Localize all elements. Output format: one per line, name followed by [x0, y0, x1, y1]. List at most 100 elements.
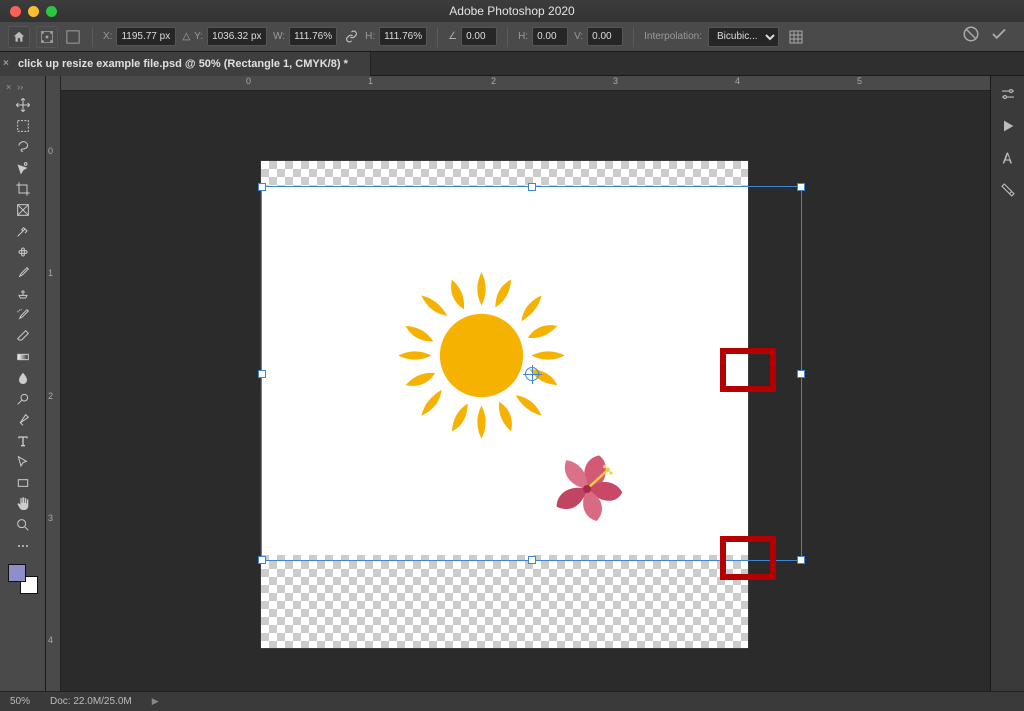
- ruler-v-label: 0: [48, 146, 53, 156]
- delta-icon: △: [182, 31, 190, 42]
- title-bar: Adobe Photoshop 2020: [0, 0, 1024, 22]
- ruler-h-label: 2: [491, 76, 496, 86]
- sun-shape: [389, 263, 574, 448]
- annotation-box: [720, 348, 776, 392]
- interpolation-select[interactable]: Bicubic...: [708, 27, 779, 47]
- ruler-h-label: 0: [246, 76, 251, 86]
- y-label: Y:: [194, 31, 203, 42]
- status-menu-icon[interactable]: ▶: [152, 696, 159, 707]
- height-input[interactable]: [379, 27, 427, 46]
- app-title: Adobe Photoshop 2020: [0, 4, 1024, 18]
- document-tabs: × click up resize example file.psd @ 50%…: [0, 52, 1024, 76]
- y-position-group: △ Y:: [182, 27, 267, 46]
- clone-stamp-tool-icon[interactable]: [9, 284, 37, 304]
- ruler-v-label: 4: [48, 635, 53, 645]
- h-label: H:: [365, 31, 375, 42]
- options-bar: X: △ Y: W: H: ∠ H: V: Interpolation: Bic…: [0, 22, 1024, 52]
- document-tab-label: click up resize example file.psd @ 50% (…: [18, 58, 348, 70]
- ruler-v-label: 3: [48, 513, 53, 523]
- skew-v-input[interactable]: [587, 27, 623, 46]
- annotation-box: [720, 536, 776, 580]
- commit-transform-icon[interactable]: [990, 25, 1008, 48]
- eyedropper-tool-icon[interactable]: [9, 221, 37, 241]
- blur-tool-icon[interactable]: [9, 368, 37, 388]
- expand-toolstrip-icon[interactable]: ››: [17, 82, 23, 92]
- close-tab-icon[interactable]: ×: [3, 58, 9, 69]
- tool-strip: × ››: [0, 76, 46, 691]
- type-tool-icon[interactable]: [9, 431, 37, 451]
- skew-h-input[interactable]: [532, 27, 568, 46]
- hibiscus-shape: [537, 449, 637, 529]
- history-brush-tool-icon[interactable]: [9, 305, 37, 325]
- transform-handle-mr[interactable]: [797, 370, 805, 378]
- tool-strip-tabs: × ››: [0, 80, 45, 94]
- eraser-tool-icon[interactable]: [9, 326, 37, 346]
- horizontal-ruler: 0 1 2 3 4 5: [61, 76, 990, 91]
- cancel-transform-icon[interactable]: [962, 25, 980, 48]
- artboard[interactable]: [260, 160, 749, 649]
- document-size: Doc: 22.0M/25.0M: [50, 696, 132, 707]
- skew-v-label: V:: [574, 31, 583, 42]
- color-swatches[interactable]: [8, 564, 38, 594]
- document-tab[interactable]: × click up resize example file.psd @ 50%…: [0, 52, 371, 76]
- lasso-tool-icon[interactable]: [9, 137, 37, 157]
- canvas[interactable]: [61, 91, 990, 691]
- separator: [633, 27, 634, 47]
- adjustments-panel-icon[interactable]: [998, 84, 1018, 104]
- separator: [507, 27, 508, 47]
- width-group: W:: [273, 27, 337, 46]
- foreground-color-swatch[interactable]: [8, 564, 26, 582]
- marquee-tool-icon[interactable]: [9, 116, 37, 136]
- w-label: W:: [273, 31, 285, 42]
- transform-handle-br[interactable]: [797, 556, 805, 564]
- path-select-tool-icon[interactable]: [9, 452, 37, 472]
- more-tools-icon[interactable]: [9, 536, 37, 556]
- skew-h-group: H:: [518, 27, 568, 46]
- ruler-corner: [46, 76, 61, 91]
- move-tool-icon[interactable]: [9, 95, 37, 115]
- y-input[interactable]: [207, 27, 267, 46]
- play-panel-icon[interactable]: [998, 116, 1018, 136]
- ruler-top-row: 0 1 2 3 4 5: [46, 76, 990, 91]
- hand-tool-icon[interactable]: [9, 494, 37, 514]
- crop-tool-icon[interactable]: [9, 179, 37, 199]
- zoom-level[interactable]: 50%: [10, 696, 30, 707]
- workspace: × ›› 0 1: [0, 76, 1024, 691]
- ruler-h-label: 1: [368, 76, 373, 86]
- separator: [437, 27, 438, 47]
- skew-h-label: H:: [518, 31, 528, 42]
- properties-panel-icon[interactable]: [998, 180, 1018, 200]
- transform-handle-tr[interactable]: [797, 183, 805, 191]
- gradient-tool-icon[interactable]: [9, 347, 37, 367]
- pen-tool-icon[interactable]: [9, 410, 37, 430]
- spot-heal-tool-icon[interactable]: [9, 242, 37, 262]
- interpolation-label: Interpolation:: [644, 31, 702, 42]
- quick-select-tool-icon[interactable]: [9, 158, 37, 178]
- x-input[interactable]: [116, 27, 176, 46]
- dodge-tool-icon[interactable]: [9, 389, 37, 409]
- angle-input[interactable]: [461, 27, 497, 46]
- relative-position-icon[interactable]: [64, 26, 82, 48]
- brush-tool-icon[interactable]: [9, 263, 37, 283]
- rotate-group: ∠: [448, 27, 497, 46]
- white-rectangle-layer: [261, 187, 748, 555]
- status-bar: 50% Doc: 22.0M/25.0M ▶: [0, 691, 1024, 711]
- home-icon[interactable]: [8, 26, 30, 48]
- zoom-tool-icon[interactable]: [9, 515, 37, 535]
- warp-mode-icon[interactable]: [785, 26, 807, 48]
- commit-group: [962, 25, 1008, 48]
- character-panel-icon[interactable]: [998, 148, 1018, 168]
- width-input[interactable]: [289, 27, 337, 46]
- separator: [92, 27, 93, 47]
- link-aspect-icon[interactable]: [343, 26, 359, 48]
- vertical-ruler: 0 1 2 3 4: [46, 91, 61, 691]
- frame-tool-icon[interactable]: [9, 200, 37, 220]
- right-panel-strip: [990, 76, 1024, 691]
- ruler-h-label: 4: [735, 76, 740, 86]
- angle-icon: ∠: [448, 31, 457, 42]
- height-group: H:: [365, 27, 427, 46]
- close-toolstrip-icon[interactable]: ×: [6, 82, 11, 92]
- reference-point-icon[interactable]: [36, 26, 58, 48]
- ruler-h-label: 3: [613, 76, 618, 86]
- rectangle-tool-icon[interactable]: [9, 473, 37, 493]
